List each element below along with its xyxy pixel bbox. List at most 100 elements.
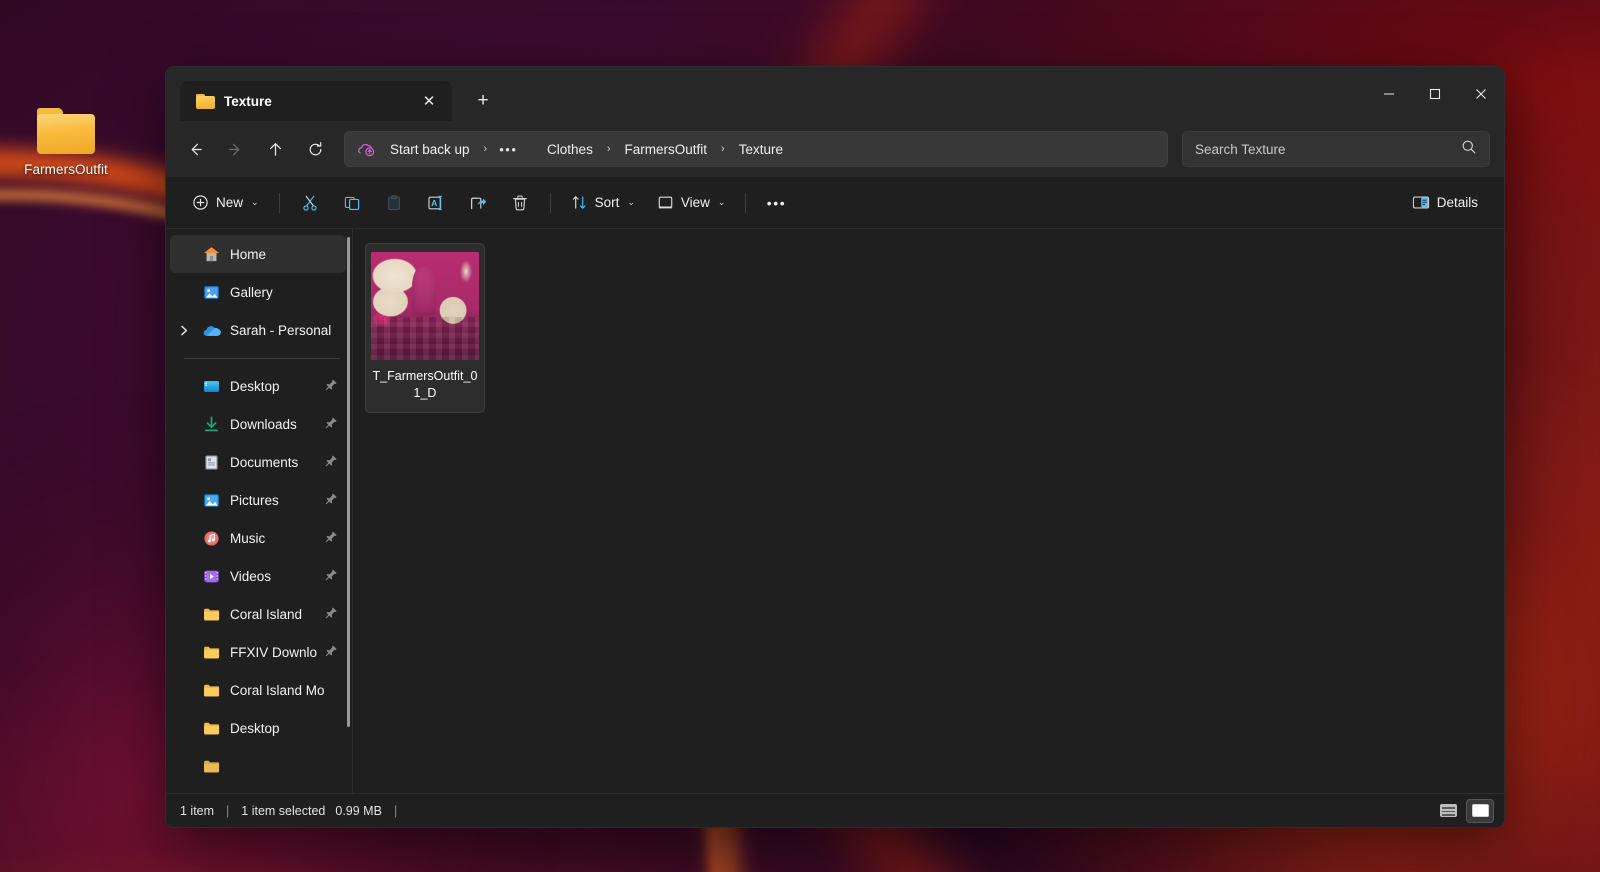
sidebar-item-partial[interactable] [170, 747, 346, 785]
documents-icon [201, 452, 221, 472]
chevron-down-icon: ⌄ [717, 197, 726, 207]
file-list-view[interactable]: T_FarmersOutfit_01_D [353, 229, 1504, 793]
details-pane-button[interactable]: Details [1402, 186, 1488, 220]
sidebar-item-label: Pictures [230, 492, 279, 508]
close-icon[interactable] [1458, 67, 1504, 121]
pin-icon[interactable] [325, 568, 338, 584]
toolbar-divider [745, 192, 747, 213]
rename-icon: A [427, 195, 442, 210]
view-button[interactable]: View ⌄ [647, 186, 736, 220]
paste-icon [387, 194, 400, 210]
pin-icon[interactable] [325, 606, 338, 622]
tab-texture[interactable]: Texture ✕ [180, 81, 452, 121]
rename-button[interactable]: A [416, 186, 456, 220]
copy-icon [344, 196, 359, 210]
sidebar-item-label: Documents [230, 454, 299, 470]
scissors-icon [302, 195, 317, 211]
texture-thumbnail [371, 252, 479, 360]
large-icon-square-icon [1471, 804, 1489, 817]
back-button[interactable] [176, 132, 214, 166]
sidebar-item-gallery[interactable]: Gallery [170, 273, 346, 311]
chevron-right-icon[interactable] [176, 325, 192, 336]
sidebar-item-coral-island-mods[interactable]: Coral Island Mo [170, 671, 346, 709]
pin-icon[interactable] [325, 530, 338, 546]
onedrive-icon [355, 141, 380, 158]
sidebar-item-ffxiv-downloads[interactable]: FFXIV Downlo [170, 633, 346, 671]
new-tab-button[interactable]: + [464, 84, 502, 118]
title-bar: Texture ✕ + [166, 67, 1504, 121]
refresh-button[interactable] [296, 132, 334, 166]
file-item[interactable]: T_FarmersOutfit_01_D [365, 243, 485, 413]
sort-icon [572, 196, 586, 209]
breadcrumb-separator: › [721, 143, 725, 155]
breadcrumb-separator: › [606, 143, 611, 155]
sidebar-item-sarah-personal[interactable]: Sarah - Personal [170, 311, 346, 349]
breadcrumb-root[interactable]: Start back up [382, 138, 478, 161]
sidebar-item-label: Desktop [230, 378, 280, 394]
details-button-label: Details [1436, 195, 1478, 210]
new-button[interactable]: New ⌄ [182, 186, 269, 220]
gallery-icon [201, 282, 221, 302]
more-options-button[interactable]: ••• [756, 186, 796, 220]
sidebar-item-coral-island[interactable]: Coral Island [170, 595, 346, 633]
sidebar-item-label: Sarah - Personal [230, 322, 332, 338]
breadcrumb-item-clothes[interactable]: Clothes [539, 138, 601, 161]
sort-button[interactable]: Sort ⌄ [561, 186, 645, 220]
sidebar-item-pictures[interactable]: Pictures [170, 481, 346, 519]
maximize-icon[interactable] [1412, 67, 1458, 121]
details-view-toggle[interactable] [1434, 799, 1462, 823]
folder-icon [201, 756, 221, 776]
delete-button[interactable] [500, 186, 540, 220]
breadcrumb[interactable]: Start back up › ••• › Clothes › FarmersO… [344, 131, 1168, 167]
sidebar-item-desktop-folder[interactable]: Desktop [170, 709, 346, 747]
sort-button-label: Sort [594, 195, 620, 210]
breadcrumb-item-texture[interactable]: Texture [731, 138, 791, 161]
view-button-label: View [680, 195, 710, 210]
videos-icon [201, 566, 221, 586]
large-icons-view-toggle[interactable] [1466, 798, 1494, 823]
breadcrumb-separator: › [483, 143, 488, 155]
close-tab-icon[interactable]: ✕ [416, 88, 442, 114]
downloads-icon [201, 414, 221, 434]
breadcrumb-overflow-button[interactable]: ••• [493, 140, 523, 159]
pin-icon[interactable] [325, 454, 338, 470]
sidebar-item-documents[interactable]: Documents [170, 443, 346, 481]
sidebar-item-downloads[interactable]: Downloads [170, 405, 346, 443]
sidebar-scrollbar[interactable] [347, 237, 350, 727]
view-icon [658, 196, 673, 209]
search-icon[interactable] [1461, 139, 1477, 160]
toolbar-divider [278, 192, 280, 213]
pin-icon[interactable] [325, 492, 338, 508]
sidebar-item-videos[interactable]: Videos [170, 557, 346, 595]
forward-button[interactable] [216, 132, 254, 166]
folder-icon [201, 604, 221, 624]
sidebar-divider [184, 358, 340, 359]
folder-icon [201, 718, 221, 738]
svg-text:A: A [431, 198, 437, 208]
pin-icon[interactable] [325, 644, 338, 660]
paste-button[interactable] [374, 186, 414, 220]
up-button[interactable] [256, 132, 294, 166]
cut-button[interactable] [290, 186, 330, 220]
desktop-shortcut-farmersoutfit[interactable]: FarmersOutfit [14, 108, 118, 177]
desktop-icon [201, 376, 221, 396]
share-button[interactable] [458, 186, 498, 220]
copy-button[interactable] [332, 186, 372, 220]
minimize-icon[interactable] [1366, 67, 1412, 121]
sidebar-item-desktop[interactable]: Desktop [170, 367, 346, 405]
sidebar-item-label: Coral Island Mo [230, 682, 325, 698]
address-bar-row: Start back up › ••• › Clothes › FarmersO… [166, 121, 1504, 177]
tab-title: Texture [224, 93, 272, 109]
pin-icon[interactable] [325, 416, 338, 432]
status-divider: | [226, 803, 230, 818]
search-input[interactable] [1195, 141, 1461, 157]
sidebar-item-home[interactable]: Home [170, 235, 346, 273]
pin-icon[interactable] [325, 378, 338, 394]
sidebar-item-label: Gallery [230, 284, 273, 300]
search-box[interactable] [1182, 131, 1490, 167]
tab-strip: Texture ✕ + [166, 67, 502, 121]
sidebar-item-music[interactable]: Music [170, 519, 346, 557]
breadcrumb-item-farmersoutfit[interactable]: FarmersOutfit [617, 138, 716, 161]
details-pane-icon [1412, 196, 1429, 209]
share-icon [470, 197, 486, 209]
